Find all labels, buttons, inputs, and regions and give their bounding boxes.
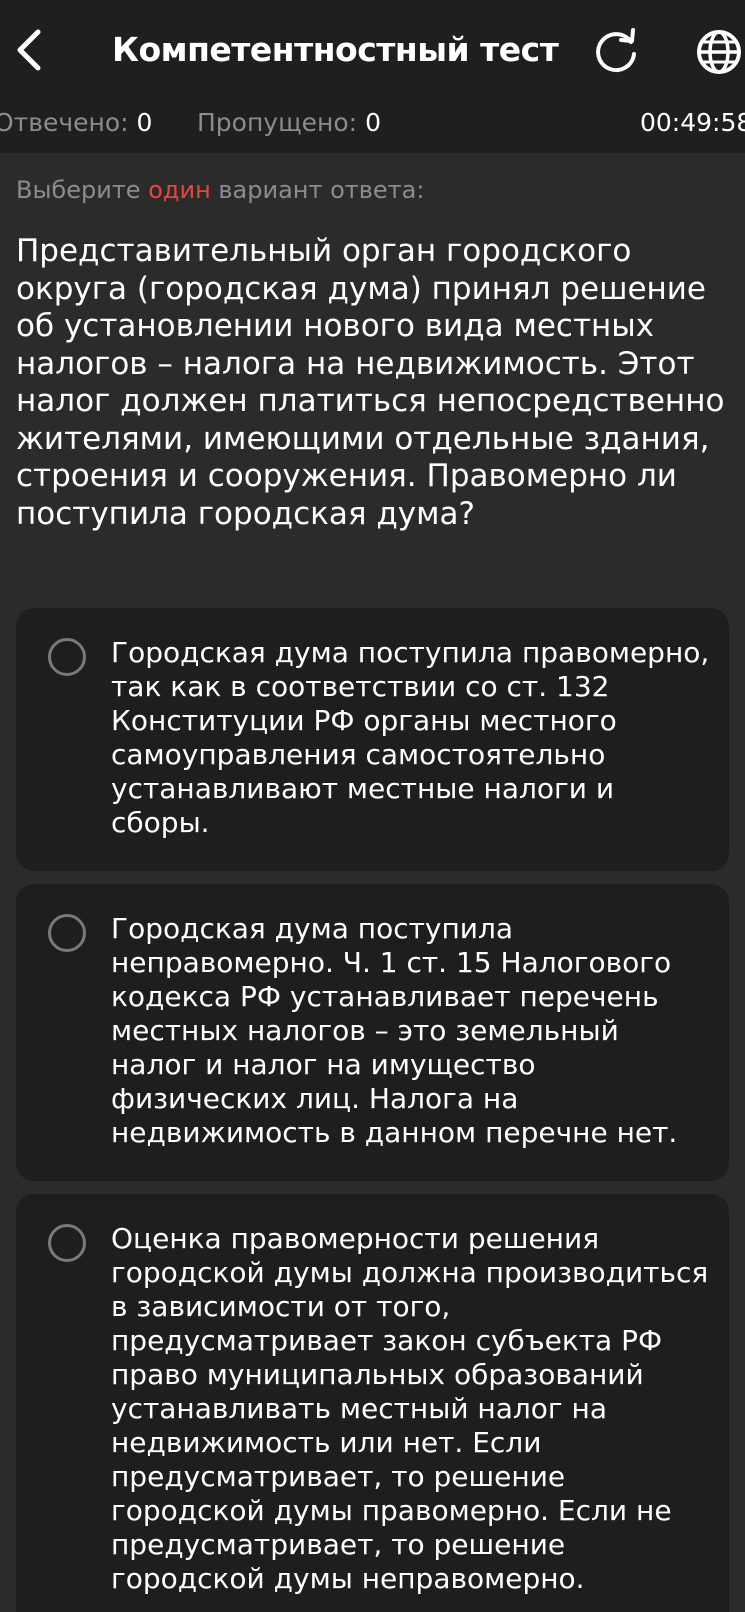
answer-option-2[interactable]: Городская дума поступила неправомерно. Ч… [16,884,729,1181]
page-title: Компетентностный тест [112,30,559,69]
answer-instruction: Выберите один вариант ответа: [16,170,424,210]
answered-counter: Отвечено: 0 [0,100,152,146]
globe-icon [697,30,741,74]
skipped-value: 0 [365,108,381,137]
answer-option-text: Городская дума поступила правомерно, так… [111,636,710,839]
answer-option-1[interactable]: Городская дума поступила правомерно, так… [16,608,729,871]
answer-option-text: Оценка правомерности решения городской д… [111,1222,709,1595]
back-button[interactable] [4,22,54,78]
instruction-after: вариант ответа: [210,176,425,204]
app-header: Компетентностный тест Отвечено: 0 Пропущ… [0,0,745,153]
instruction-accent: один [148,176,211,204]
radio-button-icon[interactable] [48,914,86,952]
skipped-label: Пропущено: [197,108,358,137]
skipped-counter: Пропущено: 0 [197,100,381,146]
refresh-button[interactable] [590,26,642,78]
top-bar: Компетентностный тест [0,0,745,100]
instruction-before: Выберите [16,176,149,204]
refresh-icon [596,28,636,73]
language-button[interactable] [693,26,745,78]
timer: 00:49:58 [640,108,745,137]
answer-option-3[interactable]: Оценка правомерности решения городской д… [16,1194,729,1612]
answered-value: 0 [136,108,153,137]
radio-button-icon[interactable] [48,638,86,676]
question-text: Представительный орган городского округа… [16,233,725,532]
chevron-left-icon [17,29,41,71]
stats-bar: Отвечено: 0 Пропущено: 0 00:49:58 [0,100,745,146]
answered-label: Отвечено: [0,108,129,137]
radio-button-icon[interactable] [48,1224,86,1262]
answer-option-text: Городская дума поступила неправомерно. Ч… [111,912,678,1149]
